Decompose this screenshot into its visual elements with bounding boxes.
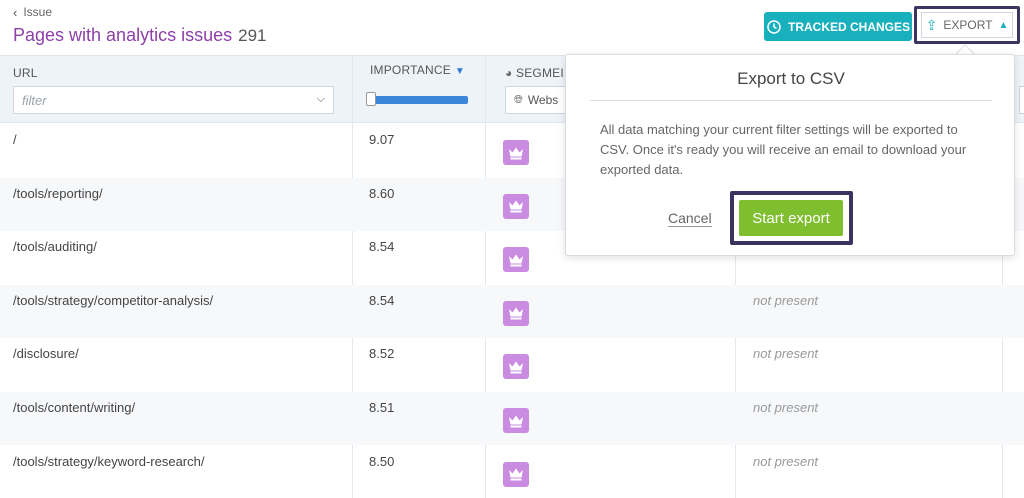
cell-importance: 8.54 [369, 239, 395, 255]
crown-icon [503, 461, 529, 487]
table-row[interactable]: /disclosure/8.52 not present [0, 338, 1024, 391]
cell-url[interactable]: /tools/strategy/competitor-analysis/ [13, 293, 213, 308]
importance-slider-handle[interactable] [366, 92, 376, 106]
cell-status: not present [753, 346, 819, 362]
cell-importance: 8.50 [369, 453, 395, 469]
cell-status: not present [753, 292, 819, 308]
history-icon [767, 19, 781, 34]
sort-desc-icon: ▼ [454, 66, 466, 77]
table-row[interactable]: /tools/strategy/competitor-analysis/8.54… [0, 284, 1024, 338]
issue-count: 291 [238, 26, 267, 45]
cell-importance: 8.51 [369, 400, 395, 415]
cell-status: not present [753, 453, 819, 469]
popup-title: Export to CSV [737, 69, 845, 88]
cell-url[interactable]: /tools/content/writing/ [13, 400, 135, 415]
page-title: Pages with analytics issues 291 [13, 25, 266, 46]
tracked-changes-label: TRACKED CHANGES [787, 19, 910, 34]
page-title-text: Pages with analytics issues [13, 25, 233, 45]
crown-icon [503, 140, 529, 165]
pie-chart-icon: ◕ [505, 66, 513, 80]
popup-divider [590, 100, 992, 101]
back-label: Issue [23, 5, 53, 19]
export-button[interactable]: ⇪ EXPORT ▲ [921, 12, 1013, 38]
column-header-importance[interactable]: IMPORTANCE ▼ [370, 63, 465, 77]
chevron-down-icon: ⌵ [316, 93, 325, 105]
crown-icon [503, 354, 529, 380]
crown-icon [503, 408, 529, 433]
cell-url[interactable]: / [13, 132, 17, 147]
cell-importance: 8.54 [369, 292, 395, 308]
cell-url[interactable]: /tools/reporting/ [13, 186, 103, 201]
cell-status: not present [753, 400, 819, 415]
export-label: EXPORT [943, 18, 993, 32]
segment-select-value: Webs [527, 93, 559, 107]
upload-icon: ⇪ [925, 17, 938, 33]
importance-label: IMPORTANCE [370, 63, 451, 77]
popup-body: All data matching your current filter se… [600, 122, 967, 177]
column-header-url[interactable]: URL [13, 66, 38, 80]
cell-importance: 8.60 [369, 185, 395, 201]
crown-icon [503, 247, 529, 273]
cell-url[interactable]: /tools/strategy/keyword-research/ [13, 454, 204, 469]
start-export-button[interactable]: Start export [739, 200, 843, 236]
table-row[interactable]: /tools/content/writing/8.51 not present [0, 392, 1024, 445]
url-filter-input[interactable]: filter ⌵ [13, 86, 334, 114]
cell-url[interactable]: /tools/auditing/ [13, 239, 97, 254]
back-link[interactable]: ‹ Issue [13, 5, 52, 19]
column-header-segment[interactable]: ◕ SEGMEI [505, 66, 564, 80]
table-row[interactable]: /tools/strategy/keyword-research/8.50 not… [0, 446, 1024, 498]
segment-label: SEGMEI [516, 66, 564, 80]
export-popup: Export to CSV All data matching your cur… [565, 54, 1015, 256]
chevron-left-icon: ‹ [13, 4, 18, 20]
cell-url[interactable]: /disclosure/ [13, 346, 79, 361]
crown-icon [503, 300, 529, 326]
crown-icon [503, 193, 529, 219]
url-filter-placeholder: filter [22, 92, 47, 108]
chevron-up-icon: ▲ [998, 19, 1009, 31]
cancel-button[interactable]: Cancel [668, 210, 712, 227]
importance-slider-track [372, 96, 468, 104]
cell-importance: 9.07 [369, 132, 395, 147]
cell-importance: 8.52 [369, 346, 395, 362]
importance-slider[interactable] [366, 92, 468, 106]
tracked-changes-button[interactable]: TRACKED CHANGES [764, 12, 912, 41]
column-filter-select[interactable] [1019, 86, 1024, 114]
globe-icon: 🌐︎ [514, 93, 523, 106]
